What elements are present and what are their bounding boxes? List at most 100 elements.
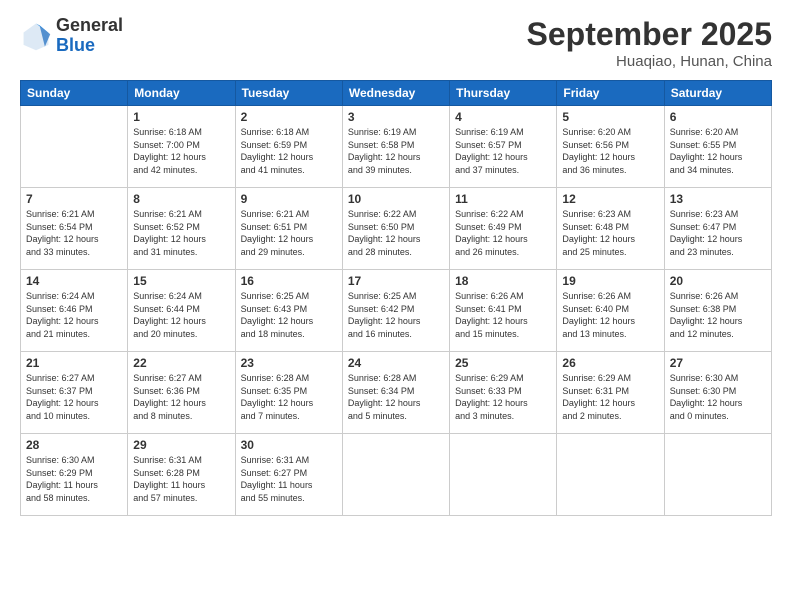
day-info: Sunrise: 6:24 AM Sunset: 6:44 PM Dayligh… [133,290,229,340]
day-info: Sunrise: 6:22 AM Sunset: 6:50 PM Dayligh… [348,208,444,258]
day-number: 11 [455,192,551,206]
day-number: 28 [26,438,122,452]
day-number: 9 [241,192,337,206]
calendar-week-row: 7 Sunrise: 6:21 AM Sunset: 6:54 PM Daylig… [21,188,772,270]
calendar-cell [450,434,557,516]
calendar-header-row: SundayMondayTuesdayWednesdayThursdayFrid… [21,81,772,106]
day-info: Sunrise: 6:28 AM Sunset: 6:35 PM Dayligh… [241,372,337,422]
day-number: 13 [670,192,766,206]
day-info: Sunrise: 6:22 AM Sunset: 6:49 PM Dayligh… [455,208,551,258]
calendar-day-header: Saturday [664,81,771,106]
calendar-cell: 19Sunrise: 6:26 AM Sunset: 6:40 PM Dayli… [557,270,664,352]
day-info: Sunrise: 6:23 AM Sunset: 6:48 PM Dayligh… [562,208,658,258]
day-number: 30 [241,438,337,452]
day-number: 27 [670,356,766,370]
day-number: 18 [455,274,551,288]
calendar-cell: 25 Sunrise: 6:29 AM Sunset: 6:33 PM Dayli… [450,352,557,434]
day-number: 4 [455,110,551,124]
day-info: Sunrise: 6:26 AM Sunset: 6:40 PM Dayligh… [562,290,658,340]
day-number: 14 [26,274,122,288]
day-info: Sunrise: 6:18 AM Sunset: 6:59 PM Dayligh… [241,126,337,176]
day-number: 16 [241,274,337,288]
calendar-cell: 13 Sunrise: 6:23 AM Sunset: 6:47 PM Dayli… [664,188,771,270]
day-info: Sunrise: 6:29 AM Sunset: 6:33 PM Dayligh… [455,372,551,422]
day-info: Sunrise: 6:31 AM Sunset: 6:27 PM Dayligh… [241,454,337,504]
day-info: Sunrise: 6:19 AM Sunset: 6:57 PM Dayligh… [455,126,551,176]
calendar-cell [21,106,128,188]
day-number: 29 [133,438,229,452]
calendar-cell: 15 Sunrise: 6:24 AM Sunset: 6:44 PM Dayli… [128,270,235,352]
calendar-cell: 14Sunrise: 6:24 AM Sunset: 6:46 PM Dayli… [21,270,128,352]
day-info: Sunrise: 6:25 AM Sunset: 6:42 PM Dayligh… [348,290,444,340]
calendar-cell: 22 Sunrise: 6:27 AM Sunset: 6:36 PM Dayli… [128,352,235,434]
day-info: Sunrise: 6:29 AM Sunset: 6:31 PM Dayligh… [562,372,658,422]
day-info: Sunrise: 6:27 AM Sunset: 6:37 PM Dayligh… [26,372,122,422]
calendar-week-row: 14Sunrise: 6:24 AM Sunset: 6:46 PM Dayli… [21,270,772,352]
day-number: 10 [348,192,444,206]
day-number: 22 [133,356,229,370]
calendar-cell: 23 Sunrise: 6:28 AM Sunset: 6:35 PM Dayli… [235,352,342,434]
day-info: Sunrise: 6:26 AM Sunset: 6:41 PM Dayligh… [455,290,551,340]
calendar-cell: 16 Sunrise: 6:25 AM Sunset: 6:43 PM Dayli… [235,270,342,352]
day-info: Sunrise: 6:25 AM Sunset: 6:43 PM Dayligh… [241,290,337,340]
calendar-cell [557,434,664,516]
calendar-cell: 9Sunrise: 6:21 AM Sunset: 6:51 PM Daylig… [235,188,342,270]
day-number: 6 [670,110,766,124]
calendar-week-row: 1 Sunrise: 6:18 AM Sunset: 7:00 PM Daylig… [21,106,772,188]
day-info: Sunrise: 6:28 AM Sunset: 6:34 PM Dayligh… [348,372,444,422]
day-number: 26 [562,356,658,370]
day-info: Sunrise: 6:20 AM Sunset: 6:55 PM Dayligh… [670,126,766,176]
day-number: 23 [241,356,337,370]
calendar-cell: 24Sunrise: 6:28 AM Sunset: 6:34 PM Dayli… [342,352,449,434]
day-info: Sunrise: 6:31 AM Sunset: 6:28 PM Dayligh… [133,454,229,504]
calendar-cell: 27 Sunrise: 6:30 AM Sunset: 6:30 PM Dayli… [664,352,771,434]
day-info: Sunrise: 6:21 AM Sunset: 6:52 PM Dayligh… [133,208,229,258]
day-number: 25 [455,356,551,370]
day-number: 15 [133,274,229,288]
day-info: Sunrise: 6:30 AM Sunset: 6:29 PM Dayligh… [26,454,122,504]
day-number: 17 [348,274,444,288]
logo-text: General Blue [56,16,123,56]
day-number: 8 [133,192,229,206]
calendar-day-header: Tuesday [235,81,342,106]
day-info: Sunrise: 6:27 AM Sunset: 6:36 PM Dayligh… [133,372,229,422]
day-number: 5 [562,110,658,124]
calendar-cell [664,434,771,516]
calendar-cell: 7 Sunrise: 6:21 AM Sunset: 6:54 PM Daylig… [21,188,128,270]
calendar-cell: 8 Sunrise: 6:21 AM Sunset: 6:52 PM Daylig… [128,188,235,270]
day-number: 12 [562,192,658,206]
calendar-cell: 5 Sunrise: 6:20 AM Sunset: 6:56 PM Daylig… [557,106,664,188]
calendar-cell: 6 Sunrise: 6:20 AM Sunset: 6:55 PM Daylig… [664,106,771,188]
day-number: 7 [26,192,122,206]
header: General Blue September 2025 Huaqiao, Hun… [20,16,772,70]
day-number: 1 [133,110,229,124]
day-info: Sunrise: 6:19 AM Sunset: 6:58 PM Dayligh… [348,126,444,176]
calendar-day-header: Friday [557,81,664,106]
day-info: Sunrise: 6:21 AM Sunset: 6:54 PM Dayligh… [26,208,122,258]
calendar-cell: 1 Sunrise: 6:18 AM Sunset: 7:00 PM Daylig… [128,106,235,188]
day-number: 3 [348,110,444,124]
calendar-day-header: Sunday [21,81,128,106]
logo: General Blue [20,16,123,56]
calendar-table: SundayMondayTuesdayWednesdayThursdayFrid… [20,80,772,516]
calendar-cell [342,434,449,516]
day-info: Sunrise: 6:30 AM Sunset: 6:30 PM Dayligh… [670,372,766,422]
calendar-cell: 2Sunrise: 6:18 AM Sunset: 6:59 PM Daylig… [235,106,342,188]
calendar-cell: 17 Sunrise: 6:25 AM Sunset: 6:42 PM Dayli… [342,270,449,352]
calendar-cell: 12 Sunrise: 6:23 AM Sunset: 6:48 PM Dayli… [557,188,664,270]
calendar-cell: 21 Sunrise: 6:27 AM Sunset: 6:37 PM Dayli… [21,352,128,434]
day-number: 20 [670,274,766,288]
day-info: Sunrise: 6:20 AM Sunset: 6:56 PM Dayligh… [562,126,658,176]
calendar-day-header: Monday [128,81,235,106]
month-title: September 2025 [527,16,772,53]
day-info: Sunrise: 6:23 AM Sunset: 6:47 PM Dayligh… [670,208,766,258]
calendar-cell: 30 Sunrise: 6:31 AM Sunset: 6:27 PM Dayli… [235,434,342,516]
title-block: September 2025 Huaqiao, Hunan, China [527,16,772,70]
location: Huaqiao, Hunan, China [527,53,772,70]
day-info: Sunrise: 6:18 AM Sunset: 7:00 PM Dayligh… [133,126,229,176]
page: General Blue September 2025 Huaqiao, Hun… [0,0,792,612]
calendar-cell: 10 Sunrise: 6:22 AM Sunset: 6:50 PM Dayli… [342,188,449,270]
day-number: 21 [26,356,122,370]
calendar-week-row: 28 Sunrise: 6:30 AM Sunset: 6:29 PM Dayli… [21,434,772,516]
calendar-cell: 20Sunrise: 6:26 AM Sunset: 6:38 PM Dayli… [664,270,771,352]
